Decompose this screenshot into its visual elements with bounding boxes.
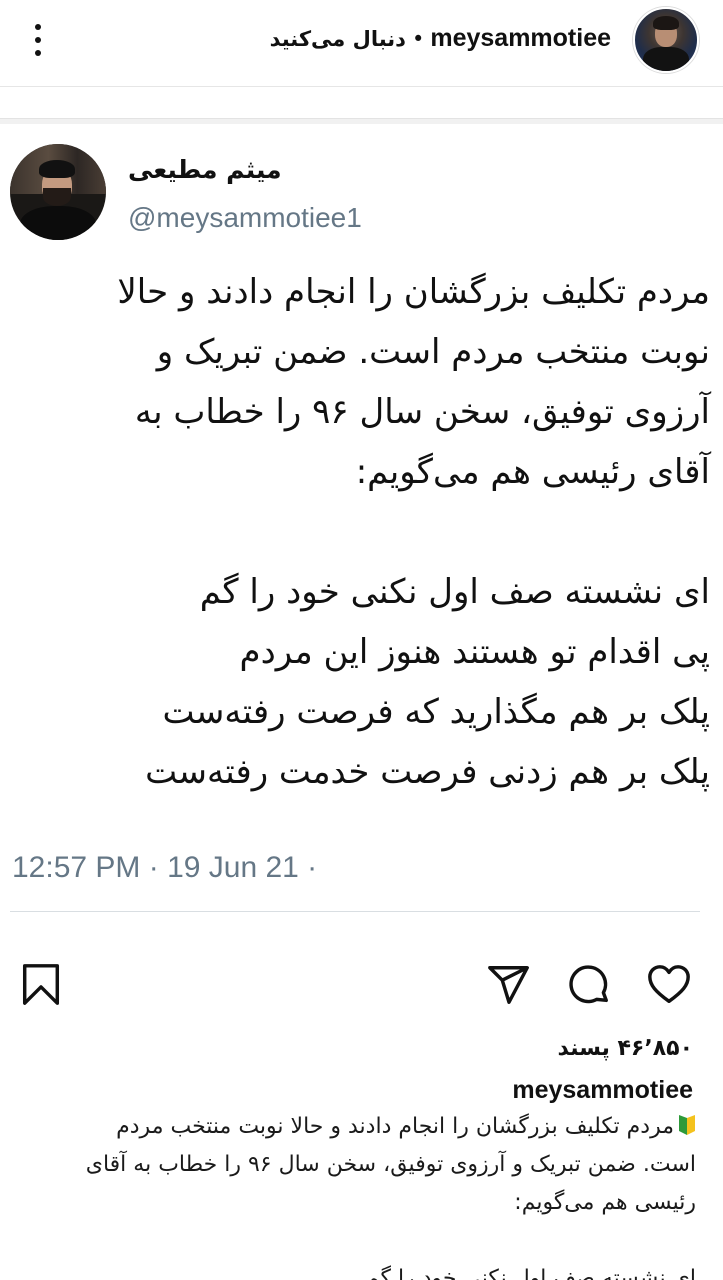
caption-line: رئیسی هم می‌گویم:: [514, 1190, 696, 1215]
caption-line: است. ضمن تبریک و آرزوی توفیق، سخن سال ۹۶…: [85, 1152, 696, 1177]
header-avatar[interactable]: [633, 7, 699, 73]
tweet-body: مردم تکلیف بزرگشان را انجام دادند و حالا…: [22, 262, 710, 802]
poem-line: ای نشسته صف اول نکنی خود را گم: [199, 572, 710, 612]
tweet-line: آقای رئیسی هم می‌گویم:: [355, 452, 710, 492]
caption-text: مردم تکلیف بزرگشان را انجام دادند و حالا…: [20, 1108, 696, 1222]
header-divider: [0, 118, 723, 124]
heart-icon[interactable]: [646, 962, 692, 1008]
tweet-avatar: [10, 144, 106, 240]
tweet-author-handle: @meysammotiee1: [128, 202, 362, 233]
post-header: meysammotiee•دنبال می‌کنید: [0, 0, 723, 87]
following-button[interactable]: دنبال می‌کنید: [270, 27, 406, 51]
caption-line: مردم تکلیف بزرگشان را انجام دادند و حالا…: [20, 1108, 696, 1146]
tweet-line: نوبت منتخب مردم است. ضمن تبریک و: [156, 332, 710, 372]
caption-username[interactable]: meysammotiee: [512, 1074, 693, 1106]
likes-count[interactable]: ۴۶٬۸۵۰ پسند: [558, 1034, 694, 1064]
header-separator: •: [411, 27, 425, 51]
tweet-author-name: میثم مطیعی: [128, 155, 282, 184]
post-header-title: meysammotiee•دنبال می‌کنید: [270, 22, 611, 55]
tweet-line: مردم تکلیف بزرگشان را انجام دادند و حالا: [117, 272, 710, 312]
beginner-badge-icon: [678, 1111, 696, 1135]
more-vertical-icon[interactable]: [26, 20, 50, 60]
caption-next-line: ای نشسته صف اول نکنی خود را گم: [365, 1266, 696, 1280]
tweet-divider: [10, 911, 700, 912]
tweet-timestamp: 12:57 PM · 19 Jun 21 ·: [12, 851, 318, 884]
caption-line-text: مردم تکلیف بزرگشان را انجام دادند و حالا…: [116, 1114, 674, 1139]
comment-icon[interactable]: [566, 962, 612, 1008]
poem-line: پلک بر هم زدنی فرصت خدمت رفته‌ست: [145, 752, 710, 792]
send-icon[interactable]: [486, 962, 532, 1008]
caption-line-partial: ای نشسته صف اول نکنی خود را گم: [20, 1256, 696, 1280]
header-username[interactable]: meysammotiee: [430, 24, 611, 52]
bookmark-icon[interactable]: [18, 962, 64, 1008]
poem-line: پلک بر هم مگذارید که فرصت رفته‌ست: [162, 692, 710, 732]
tweet-line: آرزوی توفیق، سخن سال ۹۶ را خطاب به: [134, 392, 710, 432]
poem-line: پی اقدام تو هستند هنوز این مردم: [239, 632, 710, 672]
